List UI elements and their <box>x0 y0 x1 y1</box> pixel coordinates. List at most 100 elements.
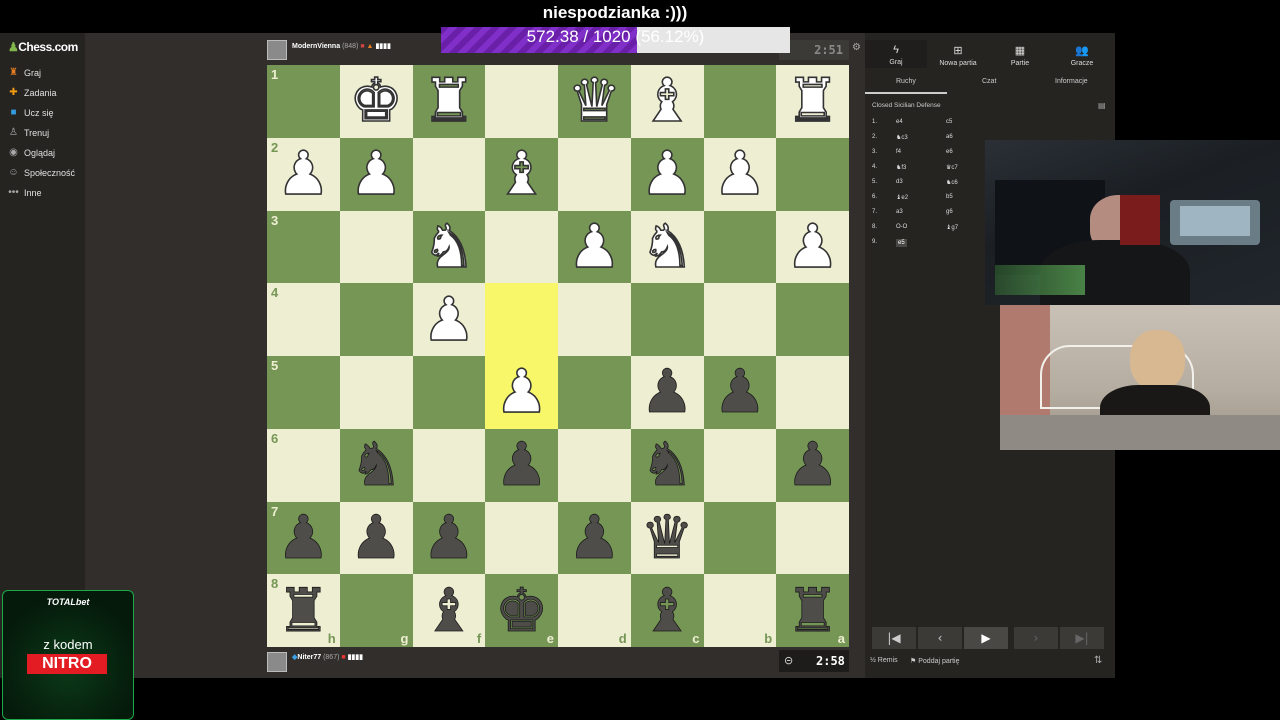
square-h8[interactable]: 8 h ♜ <box>267 574 340 647</box>
square-g5[interactable] <box>339 356 413 429</box>
square-d8[interactable]: d <box>558 574 631 647</box>
white-queen-icon[interactable]: ♛ <box>567 71 622 133</box>
black-pawn-icon[interactable]: ♟ <box>640 362 695 423</box>
square-b6[interactable] <box>703 428 777 502</box>
white-knight-icon[interactable]: ♞ <box>639 216 694 278</box>
play-button[interactable]: ▶ <box>964 627 1008 649</box>
square-f8[interactable]: f ♝ <box>412 574 486 647</box>
black-pawn-icon[interactable]: ♟ <box>785 435 840 496</box>
white-move[interactable]: O-O <box>896 224 907 230</box>
black-pawn-icon[interactable]: ♟ <box>422 507 477 568</box>
white-move[interactable]: a3 <box>896 209 903 215</box>
white-move[interactable]: e4 <box>896 119 903 125</box>
book-icon[interactable]: ▤ <box>1098 101 1106 110</box>
black-pawn-icon[interactable]: ♟ <box>276 507 331 568</box>
square-f4[interactable]: ♟ <box>412 283 486 356</box>
white-pawn-icon[interactable]: ♟ <box>421 289 476 351</box>
square-d1[interactable]: ♛ <box>558 65 631 138</box>
white-move[interactable]: ♞f3 <box>896 164 906 171</box>
square-c2[interactable]: ♟ <box>630 137 704 211</box>
black-pawn-icon[interactable]: ♟ <box>567 507 622 568</box>
square-g8[interactable]: g <box>339 574 413 647</box>
white-rook-icon[interactable]: ♜ <box>421 71 476 133</box>
chess-logo[interactable]: ♟Chess.com <box>8 40 78 54</box>
sidebar-item-graj[interactable]: ♜ Graj <box>8 67 41 78</box>
square-e6[interactable]: ♟ <box>485 428 558 502</box>
black-queen-icon[interactable]: ♛ <box>640 507 695 568</box>
white-bishop-icon[interactable]: ♝ <box>639 71 694 133</box>
black-move[interactable]: ♝g7 <box>946 224 958 231</box>
square-a7[interactable] <box>776 501 849 575</box>
square-c8[interactable]: c ♝ <box>630 574 704 647</box>
square-d6[interactable] <box>558 428 631 502</box>
white-move[interactable]: f4 <box>896 149 901 155</box>
white-pawn-icon[interactable]: ♟ <box>712 143 767 205</box>
tab-gracze[interactable]: 👥 Gracze <box>1051 40 1113 68</box>
square-c5[interactable]: ♟ <box>630 356 704 429</box>
square-c7[interactable]: ♛ <box>630 501 704 575</box>
square-h2[interactable]: 2 ♟ <box>267 137 340 211</box>
white-move[interactable]: ♞c3 <box>896 134 908 141</box>
square-b5[interactable]: ♟ <box>703 356 777 429</box>
sidebar-item-spolecznosc[interactable]: ☺ Społeczność <box>8 167 75 178</box>
top-player-avatar[interactable] <box>267 40 287 60</box>
black-pawn-icon[interactable]: ♟ <box>494 435 549 496</box>
chess-board[interactable]: 1 ♚ ♜ ♛ ♝ ♜ 2 ♟ ♟ ♝ ♟ ♟ 3 ♞ ♟ ♞ ♟ 4 ♟ 5 ♟ ♟ ♟ 6 ♞ ♟ ♞ ♟ 7 ♟ ♟ ♟ ♟ ♛ 8 h ♜ g f ♝… <box>267 65 849 647</box>
opening-name[interactable]: Closed Sicilian Defense <box>872 102 941 109</box>
settings-gear-icon[interactable]: ⚙ <box>852 42 861 53</box>
square-d5[interactable] <box>558 356 631 429</box>
black-move[interactable]: ♛c7 <box>946 164 958 171</box>
subtab-informacje[interactable]: Informacje <box>1055 78 1088 85</box>
square-f6[interactable] <box>412 428 486 502</box>
black-move[interactable]: ♞c6 <box>946 179 958 186</box>
square-a8[interactable]: a ♜ <box>776 574 849 647</box>
tab-graj[interactable]: ϟ Graj <box>865 40 927 68</box>
square-a1[interactable]: ♜ <box>776 65 849 138</box>
square-f3[interactable]: ♞ <box>412 210 486 284</box>
white-pawn-icon[interactable]: ♟ <box>567 216 622 278</box>
flip-board-icon[interactable]: ⇅ <box>1094 655 1102 666</box>
bottom-player-avatar[interactable] <box>267 652 287 672</box>
square-b1[interactable] <box>703 65 777 138</box>
black-move[interactable]: c5 <box>946 119 952 125</box>
square-h3[interactable]: 3 <box>267 210 340 284</box>
square-c6[interactable]: ♞ <box>630 428 704 502</box>
square-a2[interactable] <box>776 137 849 211</box>
black-knight-icon[interactable]: ♞ <box>349 435 404 496</box>
square-e3[interactable] <box>485 210 558 284</box>
white-pawn-icon[interactable]: ♟ <box>494 362 549 424</box>
tab-nowa-partia[interactable]: ⊞ Nowa partia <box>927 40 989 68</box>
square-d7[interactable]: ♟ <box>558 501 631 575</box>
square-h5[interactable]: 5 <box>267 356 340 429</box>
black-king-icon[interactable]: ♚ <box>494 580 549 641</box>
square-b2[interactable]: ♟ <box>703 137 777 211</box>
square-g7[interactable]: ♟ <box>339 501 413 575</box>
black-bishop-icon[interactable]: ♝ <box>422 580 477 641</box>
black-move[interactable]: a6 <box>946 134 953 140</box>
black-pawn-icon[interactable]: ♟ <box>713 362 768 423</box>
square-a4[interactable] <box>776 283 849 356</box>
square-b4[interactable] <box>703 283 777 356</box>
top-player-name[interactable]: ModernVienna (848) ■ ▲ ▮▮▮▮ <box>292 42 391 50</box>
square-e4[interactable] <box>485 283 558 356</box>
white-knight-icon[interactable]: ♞ <box>421 216 476 278</box>
subtab-ruchy[interactable]: Ruchy <box>896 78 916 85</box>
next-move-button[interactable]: › <box>1014 627 1058 649</box>
black-rook-icon[interactable]: ♜ <box>276 580 331 641</box>
white-move[interactable]: ♝e2 <box>896 194 908 201</box>
white-move[interactable]: e5 <box>896 239 907 247</box>
black-knight-icon[interactable]: ♞ <box>640 435 695 496</box>
black-rook-icon[interactable]: ♜ <box>785 580 840 641</box>
square-h7[interactable]: 7 ♟ <box>267 501 340 575</box>
square-d3[interactable]: ♟ <box>558 210 631 284</box>
square-f5[interactable] <box>412 356 486 429</box>
square-h6[interactable]: 6 <box>267 428 340 502</box>
sidebar-item-trenuj[interactable]: ♙ Trenuj <box>8 127 49 138</box>
square-b3[interactable] <box>703 210 777 284</box>
sidebar-item-zadania[interactable]: ✚ Zadania <box>8 87 56 98</box>
draw-button[interactable]: ½ Remis <box>870 657 898 664</box>
resign-button[interactable]: ⚑ Poddaj partię <box>910 657 960 665</box>
square-d4[interactable] <box>558 283 631 356</box>
prev-move-button[interactable]: ‹ <box>918 627 962 649</box>
square-c3[interactable]: ♞ <box>630 210 704 284</box>
